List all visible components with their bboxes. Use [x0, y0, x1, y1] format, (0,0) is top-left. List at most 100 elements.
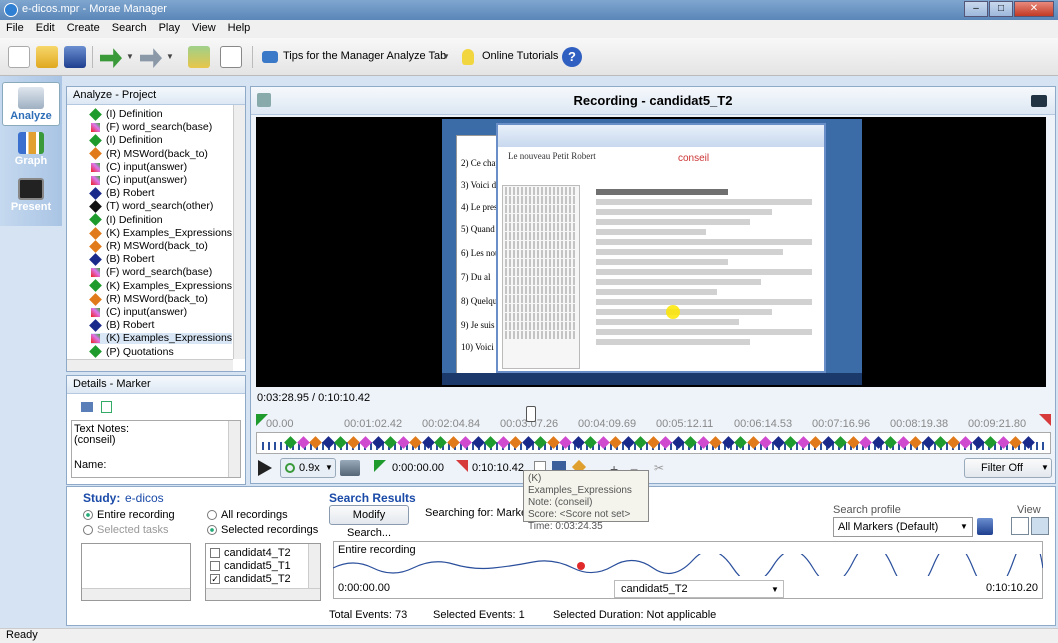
out-time[interactable]: 0:10:10.42 [472, 462, 524, 474]
marker-tree-item[interactable]: (B) Robert [89, 253, 154, 266]
search-profile-label: Search profile [833, 504, 901, 516]
marker-tree-item[interactable]: (B) Robert [89, 187, 155, 200]
import-dropdown-icon[interactable]: ▼ [126, 52, 134, 61]
profile-dropdown-icon[interactable]: ▼ [960, 522, 968, 531]
close-button[interactable]: ✕ [1014, 1, 1054, 17]
recording-dropdown-icon[interactable]: ▼ [771, 585, 779, 594]
recording-checkbox[interactable] [210, 561, 220, 572]
results-end-time: 0:10:10.20 [986, 582, 1038, 594]
recording-list-item[interactable]: candidat5_T1 [210, 560, 291, 572]
copy-marker-icon[interactable] [81, 402, 93, 412]
play-icon[interactable] [258, 460, 272, 476]
marker-diamond-icon [91, 162, 100, 172]
tips-dropdown-icon[interactable]: ▼ [442, 52, 450, 61]
list-view-icon[interactable] [1011, 517, 1029, 535]
filter-dropdown-icon[interactable]: ▼ [1041, 463, 1049, 472]
marker-tree-item[interactable]: (K) Examples_Expressions [89, 279, 232, 293]
marker-tree-item[interactable]: (R) MSWord(back_to) [89, 292, 208, 306]
text-notes-value[interactable]: (conseil) [74, 434, 116, 446]
loop-icon[interactable] [340, 460, 360, 476]
marker-tree-item[interactable]: (B) Robert [89, 319, 154, 332]
tasks-scrollbar[interactable] [82, 588, 190, 600]
export-arrow-icon[interactable] [140, 48, 162, 68]
tips-label[interactable]: Tips for the Manager Analyze Tab [283, 50, 446, 62]
filter-dropdown[interactable]: Filter Off [981, 462, 1023, 474]
selected-event-dot[interactable] [577, 562, 585, 570]
nav-present[interactable]: Present [2, 174, 60, 218]
marker-tree-item[interactable]: (F) word_search(base) [91, 267, 212, 278]
import-arrow-icon[interactable] [100, 48, 122, 68]
recording-checkbox[interactable]: ✓ [210, 574, 220, 585]
timeline-tick-label: 00:05:12.11 [656, 418, 714, 430]
playback-speed[interactable]: 0.9x [299, 462, 320, 474]
marker-tree-item[interactable]: (C) input(answer) [91, 175, 187, 186]
marker-tree-item[interactable]: (F) word_search(base) [91, 122, 212, 133]
recording-checkbox[interactable] [210, 548, 220, 559]
in-point-flag-icon[interactable] [256, 414, 268, 426]
recordings-listbox[interactable]: candidat4_T2 candidat5_T1 ✓ candidat5_T2 [205, 543, 321, 601]
nav-graph[interactable]: Graph [2, 128, 60, 172]
all-recordings-radio[interactable]: All recordings [207, 509, 288, 521]
project-vertical-scrollbar[interactable] [233, 105, 245, 359]
marker-diamond-icon [91, 175, 100, 185]
tasks-listbox[interactable] [81, 543, 191, 601]
details-scrollbar[interactable] [228, 421, 240, 477]
online-tutorials-link[interactable]: Online Tutorials [482, 50, 558, 62]
marker-tree-item[interactable]: (C) input(answer) [91, 307, 187, 318]
marker-tree-item[interactable]: (C) input(answer) [91, 161, 187, 173]
marker-tree-item[interactable]: (I) Definition [89, 134, 163, 147]
marker-tree-label: (B) Robert [106, 187, 155, 200]
menu-search[interactable]: Search [106, 20, 153, 38]
marker-tree-item[interactable]: (P) Quotations [89, 345, 174, 359]
selected-recordings-radio[interactable]: Selected recordings [207, 524, 318, 536]
timeline-ticks: 00.00 00:01:02.42 00:02:04.84 00:03:07.26 00… [256, 418, 1051, 430]
marker-tree-item[interactable]: (I) Definition [89, 213, 163, 227]
camera-icon[interactable] [257, 93, 271, 107]
marker-tree-item[interactable]: (K) Examples_Expressions [91, 333, 233, 345]
maximize-button[interactable]: □ [989, 1, 1013, 17]
new-icon[interactable] [8, 46, 30, 68]
save-icon[interactable] [64, 46, 86, 68]
nav-analyze[interactable]: Analyze [2, 82, 60, 126]
recording-list-item[interactable]: candidat4_T2 [210, 547, 291, 559]
menu-file[interactable]: File [0, 20, 30, 38]
recordings-hscroll[interactable] [206, 588, 320, 600]
selected-tasks-radio[interactable]: Selected tasks [83, 524, 169, 536]
playhead-scrubber[interactable] [526, 406, 536, 422]
menu-help[interactable]: Help [222, 20, 257, 38]
marker-tree-item[interactable]: (I) Definition [89, 107, 163, 121]
properties-icon[interactable] [220, 46, 242, 68]
edit-marker-icon[interactable] [101, 401, 112, 413]
graph-view-icon[interactable] [1031, 517, 1049, 535]
menu-play[interactable]: Play [153, 20, 186, 38]
recording-select[interactable]: candidat5_T2 [621, 583, 688, 595]
minimize-button[interactable]: – [964, 1, 988, 17]
in-time[interactable]: 0:00:00.00 [392, 462, 444, 474]
open-folder-icon[interactable] [36, 46, 58, 68]
speed-dropdown-icon[interactable]: ▼ [325, 463, 333, 472]
detach-window-icon[interactable] [1031, 95, 1047, 107]
marker-tree-item[interactable]: (T) word_search(other) [89, 200, 213, 213]
project-horizontal-scrollbar[interactable] [67, 359, 233, 371]
recording-video[interactable]: 2) Ce chap 3) Voici de 4) Le prest 5) Qu… [256, 117, 1046, 387]
marker-tree-item[interactable]: (R) MSWord(back_to) [89, 147, 208, 161]
export-dropdown-icon[interactable]: ▼ [166, 52, 174, 61]
cut-icon[interactable]: ✂ [654, 461, 666, 475]
menu-create[interactable]: Create [61, 20, 106, 38]
marker-tree-item[interactable]: (K) Examples_Expressions [89, 226, 232, 240]
search-profile-select[interactable]: All Markers (Default) [838, 521, 938, 533]
marker-tree-label: (I) Definition [106, 134, 163, 147]
modify-search-button[interactable]: Modify Search... [329, 505, 409, 539]
recordings-vscroll[interactable] [308, 544, 320, 588]
marker-tree-item[interactable]: (R) MSWord(back_to) [89, 239, 208, 253]
menu-view[interactable]: View [186, 20, 222, 38]
entire-recording-radio[interactable]: Entire recording [83, 509, 175, 521]
recording-list-item[interactable]: ✓ candidat5_T2 [210, 573, 291, 585]
timeline-tick-label: 00:07:16.96 [812, 418, 871, 430]
out-point-flag-icon[interactable] [1039, 414, 1051, 426]
menu-edit[interactable]: Edit [30, 20, 61, 38]
save-profile-icon[interactable] [977, 518, 993, 535]
marker-diamond-icon [91, 334, 100, 344]
help-icon[interactable]: ? [562, 47, 582, 67]
update-icon[interactable] [188, 46, 210, 68]
